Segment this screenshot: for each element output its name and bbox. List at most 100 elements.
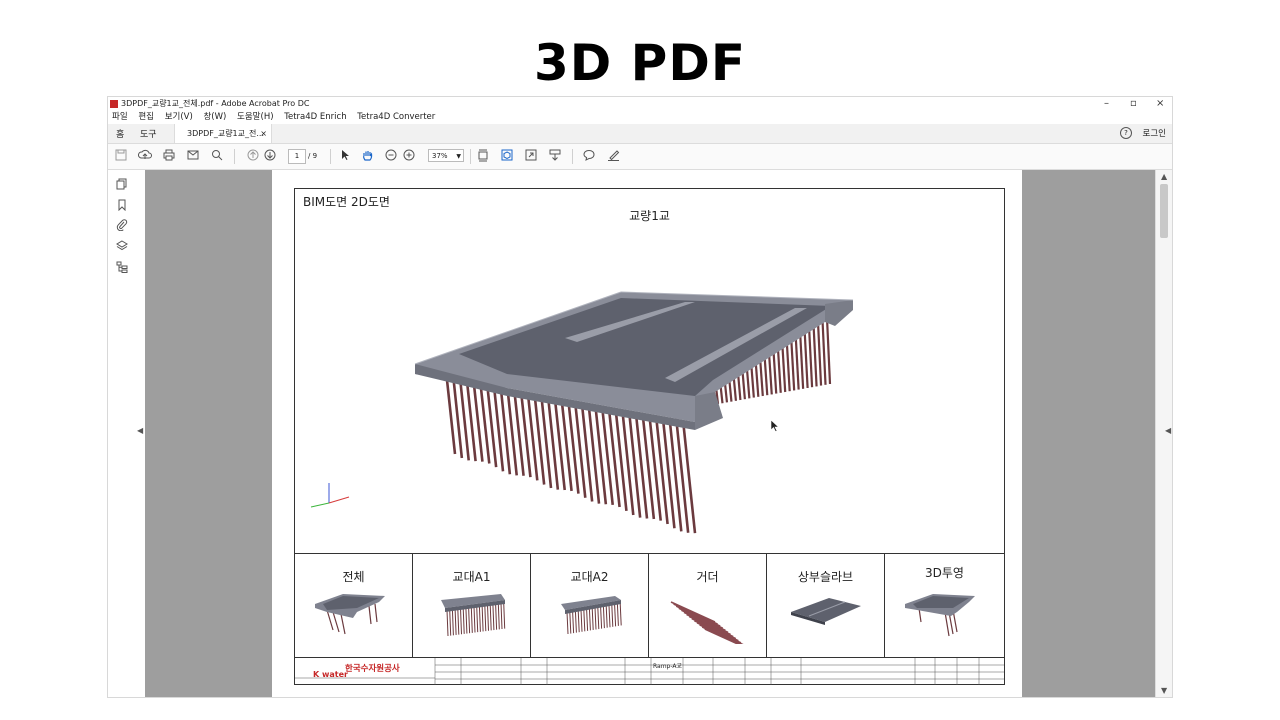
login-link[interactable]: 로그인 xyxy=(1143,127,1166,139)
3d-model-icon[interactable] xyxy=(500,149,514,163)
menu-file[interactable]: 파일 xyxy=(112,112,128,122)
menu-tetra4d-enrich[interactable]: Tetra4D Enrich xyxy=(284,112,346,122)
pile-mark xyxy=(574,610,577,633)
help-icon[interactable]: ? xyxy=(1120,127,1132,139)
pile-mark xyxy=(451,609,454,636)
axis-triad-icon xyxy=(310,483,350,508)
pile-mark xyxy=(597,607,600,630)
model-tree-icon[interactable] xyxy=(115,261,129,275)
tab-tools[interactable]: 도구 xyxy=(140,127,157,140)
menu-window[interactable]: 창(W) xyxy=(203,112,226,122)
pile-mark xyxy=(588,608,591,631)
pile-mark xyxy=(602,606,605,629)
comment-icon[interactable] xyxy=(582,149,596,163)
pile-mark xyxy=(484,605,487,632)
page-number-input[interactable]: 1 xyxy=(288,149,306,164)
thumb-upper-slab xyxy=(791,598,861,625)
tab-document[interactable]: 3DPDF_교량1교_전... × xyxy=(174,124,272,143)
save-icon[interactable] xyxy=(114,149,128,163)
menu-help[interactable]: 도움말(H) xyxy=(237,112,273,122)
pile-mark xyxy=(449,609,452,636)
view-cell-abutment-a1[interactable]: 교대A1 xyxy=(413,554,531,658)
thumb-3d-projection xyxy=(905,594,975,637)
pile-mark xyxy=(812,325,818,387)
zoom-out-icon[interactable] xyxy=(384,149,398,163)
title-bar: 3DPDF_교량1교_전체.pdf - Adobe Acrobat Pro DC… xyxy=(108,97,1172,111)
pile-mark xyxy=(473,606,476,633)
restore-button[interactable]: ▫ xyxy=(1130,97,1137,111)
minimize-button[interactable]: – xyxy=(1104,97,1109,111)
scrollbar-thumb[interactable] xyxy=(1160,184,1168,238)
view-cell-girder[interactable]: 거더 xyxy=(649,554,767,658)
tab-home[interactable]: 홈 xyxy=(116,127,124,140)
close-button[interactable]: × xyxy=(1156,97,1164,111)
print-icon[interactable] xyxy=(162,149,176,163)
view-label: 거더 xyxy=(696,570,719,584)
document-canvas[interactable]: BIM도면 2D도면 교량1교 전체 교대A1 교대A2 거더 상부슬라브 3D… xyxy=(145,170,1155,697)
menu-view[interactable]: 보기(V) xyxy=(165,112,193,122)
pile-mark xyxy=(577,610,580,633)
pile-mark xyxy=(654,415,669,525)
view-label: 3D투영 xyxy=(925,566,964,580)
full-screen-icon[interactable] xyxy=(524,149,538,163)
slide-title: 3D PDF xyxy=(533,34,746,92)
pile-mark xyxy=(497,603,500,630)
pile-mark xyxy=(619,603,622,626)
scroll-down-icon[interactable]: ▼ xyxy=(1161,686,1167,695)
view-cell-abutment-a2[interactable]: 교대A2 xyxy=(531,554,649,658)
pdf-file-icon xyxy=(110,100,118,108)
pile-mark xyxy=(481,605,484,632)
pen-sign-icon[interactable] xyxy=(606,149,620,163)
pile-mark xyxy=(454,608,457,635)
zoom-in-icon[interactable] xyxy=(402,149,416,163)
view-cell-upper-slab[interactable]: 상부슬라브 xyxy=(767,554,885,658)
collapse-left-panel-icon[interactable]: ◀ xyxy=(137,426,143,435)
pile-mark xyxy=(790,337,796,391)
acrobat-window: 3DPDF_교량1교_전체.pdf - Adobe Acrobat Pro DC… xyxy=(107,96,1173,698)
scroll-up-icon[interactable]: ▲ xyxy=(1161,172,1167,181)
page-thumbnails-icon[interactable] xyxy=(115,178,129,192)
pile-mark xyxy=(465,607,468,634)
tab-close-icon[interactable]: × xyxy=(260,124,267,143)
menu-bar: 파일 편집 보기(V) 창(W) 도움말(H) Tetra4D Enrich T… xyxy=(108,111,1172,123)
menu-tetra4d-converter[interactable]: Tetra4D Converter xyxy=(357,112,435,122)
view-cell-all[interactable]: 전체 xyxy=(295,554,413,658)
zoom-level-value: 37% xyxy=(432,152,448,160)
attachment-icon[interactable] xyxy=(115,219,129,233)
tab-bar: 홈 도구 3DPDF_교량1교_전... × ? 로그인 xyxy=(108,124,1172,144)
toolbar-separator xyxy=(470,149,471,164)
thumb-girder xyxy=(670,601,744,644)
bookmark-icon[interactable] xyxy=(115,199,129,213)
upload-icon[interactable] xyxy=(137,149,152,163)
vertical-scrollbar[interactable]: ▲ ◀ ▼ xyxy=(1155,170,1172,697)
zoom-level-select[interactable]: 37% ▼ xyxy=(428,149,464,162)
next-page-icon[interactable] xyxy=(263,149,277,163)
pile-mark xyxy=(807,327,814,388)
pile-mark xyxy=(600,606,603,629)
pile-mark xyxy=(821,320,827,385)
hand-tool-icon[interactable] xyxy=(360,149,374,163)
pile-mark xyxy=(583,609,586,632)
fit-page-icon[interactable] xyxy=(476,149,490,163)
bridge-3d-view[interactable] xyxy=(395,284,855,544)
pile-mark xyxy=(668,417,683,532)
view-label: 교대A2 xyxy=(570,570,609,584)
pile-mark xyxy=(457,608,460,635)
search-icon[interactable] xyxy=(210,149,224,163)
layers-icon[interactable] xyxy=(115,240,129,254)
view-cell-3d-projection[interactable]: 3D투영 xyxy=(885,554,1004,658)
stamp-icon[interactable] xyxy=(548,149,562,163)
select-arrow-icon[interactable] xyxy=(338,149,352,163)
pile-mark xyxy=(446,609,449,637)
pile-mark xyxy=(489,604,492,631)
pile-mark xyxy=(647,414,663,521)
pile-mark xyxy=(616,603,619,626)
email-icon[interactable] xyxy=(186,149,200,163)
pile-mark xyxy=(611,604,614,627)
pile-mark xyxy=(591,607,594,630)
pile-mark xyxy=(586,608,589,631)
previous-page-icon[interactable] xyxy=(246,149,260,163)
menu-edit[interactable]: 편집 xyxy=(138,112,154,122)
expand-right-panel-icon[interactable]: ◀ xyxy=(1165,426,1171,435)
tab-document-label: 3DPDF_교량1교_전... xyxy=(187,129,264,138)
